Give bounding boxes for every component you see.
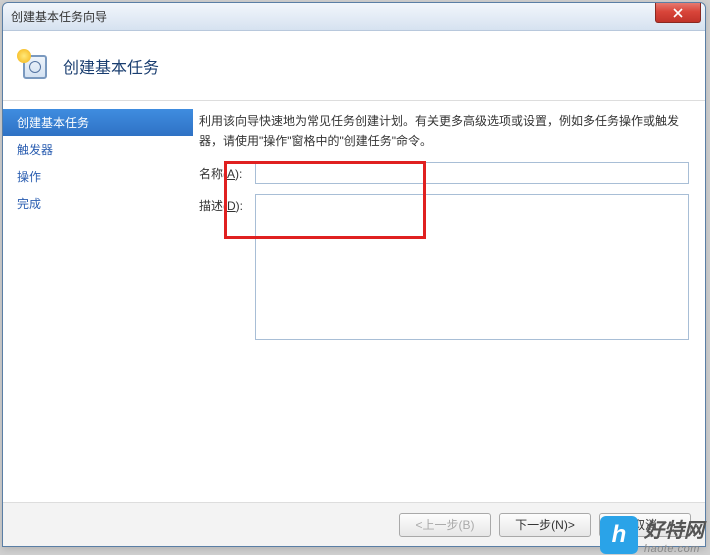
name-label: 名称(A): bbox=[199, 162, 255, 182]
next-button[interactable]: 下一步(N)> bbox=[499, 513, 591, 537]
window-title: 创建基本任务向导 bbox=[11, 8, 107, 25]
close-icon bbox=[673, 8, 683, 18]
wizard-steps-sidebar: 创建基本任务 触发器 操作 完成 bbox=[3, 101, 193, 502]
titlebar: 创建基本任务向导 bbox=[3, 3, 705, 31]
close-button[interactable] bbox=[655, 3, 701, 23]
name-row: 名称(A): bbox=[199, 162, 689, 184]
name-input[interactable] bbox=[255, 162, 689, 184]
description-row: 描述(D): bbox=[199, 194, 689, 340]
sidebar-item-trigger[interactable]: 触发器 bbox=[3, 136, 193, 163]
sidebar-item-action[interactable]: 操作 bbox=[3, 163, 193, 190]
sidebar-item-label: 创建基本任务 bbox=[17, 116, 89, 130]
sidebar-item-label: 操作 bbox=[17, 170, 41, 184]
sidebar-item-label: 完成 bbox=[17, 197, 41, 211]
header-band: 创建基本任务 bbox=[3, 31, 705, 101]
description-input[interactable] bbox=[255, 194, 689, 340]
description-label: 描述(D): bbox=[199, 194, 255, 214]
task-wizard-icon bbox=[19, 51, 49, 81]
main-panel: 利用该向导快速地为常见任务创建计划。有关更多高级选项或设置，例如多任务操作或触发… bbox=[193, 101, 705, 502]
wizard-window: 创建基本任务向导 创建基本任务 创建基本任务 触发器 操作 bbox=[2, 2, 706, 547]
page-title: 创建基本任务 bbox=[63, 54, 159, 78]
sidebar-item-create-basic-task[interactable]: 创建基本任务 bbox=[3, 109, 193, 136]
content-area: 创建基本任务 创建基本任务 触发器 操作 完成 利用该向导快速地为常见任务创建计… bbox=[3, 31, 705, 546]
sidebar-item-finish[interactable]: 完成 bbox=[3, 190, 193, 217]
cancel-button[interactable]: 取消 bbox=[599, 513, 691, 537]
instruction-text: 利用该向导快速地为常见任务创建计划。有关更多高级选项或设置，例如多任务操作或触发… bbox=[199, 111, 689, 152]
sidebar-item-label: 触发器 bbox=[17, 143, 53, 157]
body-row: 创建基本任务 触发器 操作 完成 利用该向导快速地为常见任务创建计划。有关更多高… bbox=[3, 101, 705, 502]
wizard-footer: <上一步(B) 下一步(N)> 取消 bbox=[3, 502, 705, 546]
back-button[interactable]: <上一步(B) bbox=[399, 513, 491, 537]
